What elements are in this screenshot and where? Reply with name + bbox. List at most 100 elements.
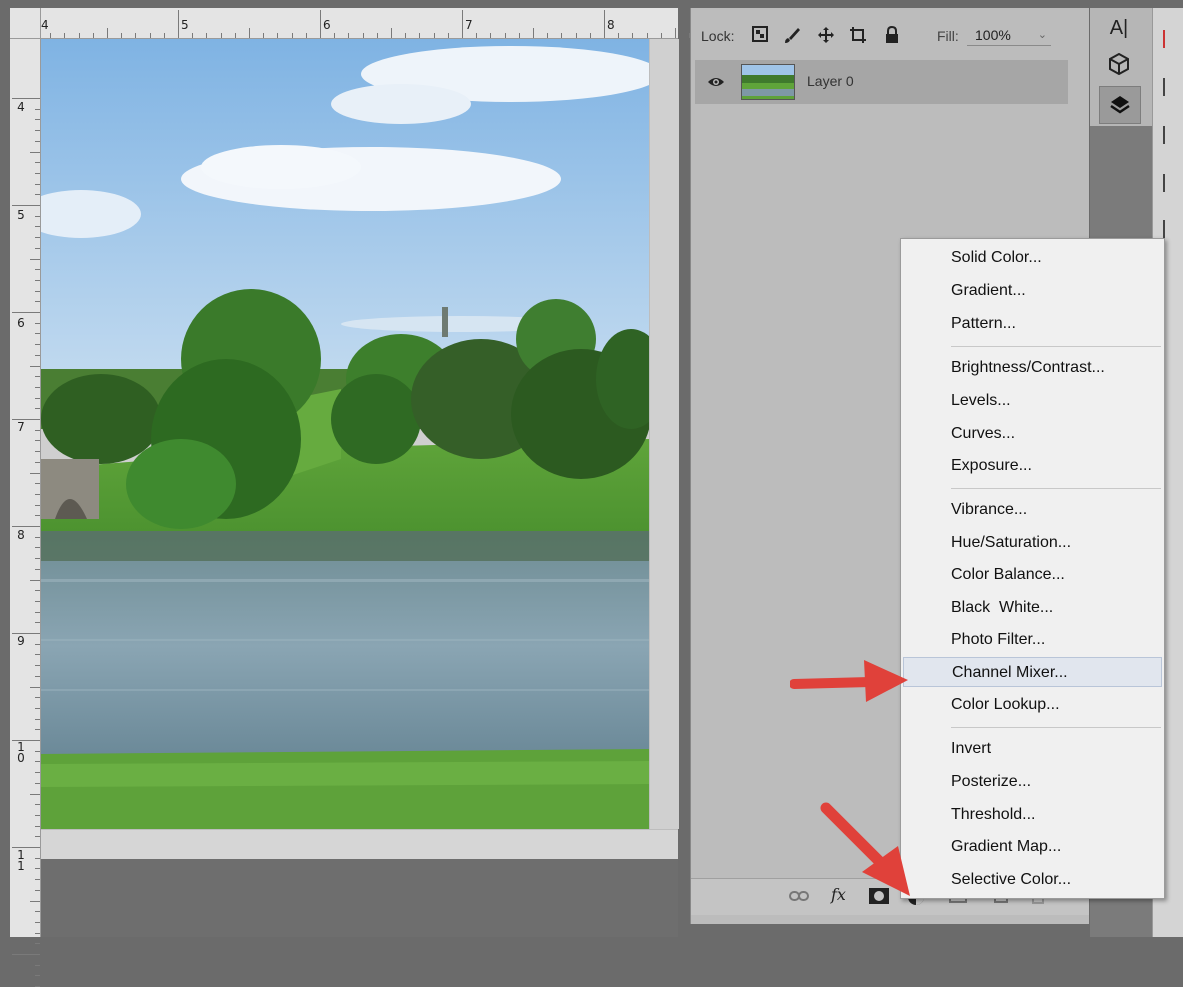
ruler-tick (35, 814, 40, 816)
menu-item-black-white[interactable]: Black White... (903, 593, 1162, 623)
ruler-tick (490, 33, 492, 38)
ruler-tick (12, 312, 40, 313)
ruler-tick (476, 33, 478, 38)
ruler-tick (405, 33, 407, 38)
ruler-label: 1 0 (17, 740, 25, 765)
ruler-tick (433, 33, 435, 38)
menu-item-threshold[interactable]: Threshold... (903, 800, 1162, 830)
ruler-tick (646, 33, 648, 38)
menu-item-gradient-map[interactable]: Gradient Map... (903, 832, 1162, 862)
ruler-tick (192, 33, 194, 38)
ruler-tick (35, 975, 40, 977)
fill-opacity-field[interactable]: 100% ⌄ (967, 24, 1051, 46)
ruler-tick (163, 33, 165, 38)
ruler-tick (178, 10, 179, 38)
ruler-tick (35, 761, 40, 763)
ruler-tick (604, 10, 605, 38)
ruler-tick (12, 419, 40, 420)
ruler-tick (35, 504, 40, 506)
layer-row[interactable]: Layer 0 (695, 60, 1068, 104)
panel-icons-group: A| (1090, 8, 1152, 126)
ruler-tick (35, 183, 40, 185)
link-layers-icon[interactable] (789, 888, 809, 907)
canvas-scroll-area[interactable] (649, 39, 679, 829)
menu-item-vibrance[interactable]: Vibrance... (903, 495, 1162, 525)
ruler-tick (35, 568, 40, 570)
menu-item-posterize[interactable]: Posterize... (903, 767, 1162, 797)
menu-item-exposure[interactable]: Exposure... (903, 451, 1162, 481)
ruler-tick (675, 28, 676, 38)
menu-item-pattern[interactable]: Pattern... (903, 309, 1162, 339)
lock-transparent-pixels-icon[interactable] (751, 26, 769, 44)
fill-value: 100% (975, 27, 1011, 43)
ruler-tick (618, 33, 620, 38)
layer-thumbnail[interactable] (741, 64, 795, 100)
chevron-down-icon[interactable]: ⌄ (1038, 24, 1047, 46)
document-canvas[interactable] (41, 39, 679, 860)
ruler-tick (12, 633, 40, 634)
lock-row: Lock: Fill: 100% ⌄ (691, 18, 1071, 54)
lock-artboard-icon[interactable] (849, 26, 867, 44)
ruler-tick (35, 119, 40, 121)
menu-item-color-lookup[interactable]: Color Lookup... (903, 690, 1162, 720)
ruler-tick (462, 10, 463, 38)
menu-item-selective-color[interactable]: Selective Color... (903, 865, 1162, 895)
ruler-label: 4 (41, 18, 49, 32)
menu-item-color-balance[interactable]: Color Balance... (903, 560, 1162, 590)
menu-item-hue-saturation[interactable]: Hue/Saturation... (903, 528, 1162, 558)
menu-item-brightness-contrast[interactable]: Brightness/Contrast... (903, 353, 1162, 383)
ruler-origin[interactable] (10, 8, 41, 39)
ruler-tick (35, 226, 40, 228)
ruler-tick (35, 804, 40, 806)
ruler-tick (135, 33, 137, 38)
menu-item-levels[interactable]: Levels... (903, 386, 1162, 416)
eye-icon[interactable] (707, 73, 725, 91)
ruler-tick (35, 611, 40, 613)
panel-marker (1163, 126, 1165, 144)
ruler-tick (35, 750, 40, 752)
lock-position-icon[interactable] (817, 26, 835, 44)
menu-item-gradient[interactable]: Gradient... (903, 276, 1162, 306)
ruler-tick (660, 33, 662, 38)
ruler-tick (149, 33, 151, 38)
ruler-tick (35, 643, 40, 645)
ruler-tick (35, 707, 40, 709)
ruler-tick (78, 33, 80, 38)
ruler-tick (35, 493, 40, 495)
ruler-tick (35, 440, 40, 442)
menu-item-curves[interactable]: Curves... (903, 419, 1162, 449)
lock-image-pixels-icon[interactable] (783, 26, 801, 44)
ruler-tick (35, 483, 40, 485)
3d-icon[interactable] (1099, 46, 1139, 82)
lock-all-icon[interactable] (883, 25, 901, 44)
landscape-photo (41, 39, 649, 829)
ruler-tick (362, 33, 364, 38)
ruler-tick (30, 151, 40, 153)
vertical-ruler[interactable]: 4 5 6 7 8 9 1 0 1 1 (10, 38, 41, 987)
ruler-tick (419, 33, 421, 38)
ruler-tick (35, 397, 40, 399)
menu-separator (951, 488, 1161, 489)
menu-item-channel-mixer[interactable]: Channel Mixer... (903, 657, 1162, 687)
ruler-tick (391, 28, 392, 38)
ruler-tick (35, 290, 40, 292)
ruler-tick (35, 515, 40, 517)
menu-item-solid-color[interactable]: Solid Color... (903, 243, 1162, 273)
character-icon[interactable]: A| (1099, 10, 1139, 46)
canvas-horizontal-scroll-area[interactable] (41, 829, 678, 860)
ruler-tick (35, 964, 40, 966)
horizontal-ruler[interactable]: 4 5 6 7 8 (10, 8, 705, 39)
ruler-tick (291, 33, 293, 38)
ruler-tick (249, 28, 250, 38)
ruler-tick (35, 344, 40, 346)
layer-name[interactable]: Layer 0 (807, 73, 854, 89)
ruler-tick (632, 33, 634, 38)
layers-icon[interactable] (1099, 86, 1141, 124)
menu-item-invert[interactable]: Invert (903, 734, 1162, 764)
menu-item-photo-filter[interactable]: Photo Filter... (903, 625, 1162, 655)
ruler-tick (35, 108, 40, 110)
ruler-tick (35, 162, 40, 164)
ruler-tick (30, 472, 40, 474)
ruler-label: 4 (17, 100, 25, 114)
panel-marker (1163, 220, 1165, 238)
